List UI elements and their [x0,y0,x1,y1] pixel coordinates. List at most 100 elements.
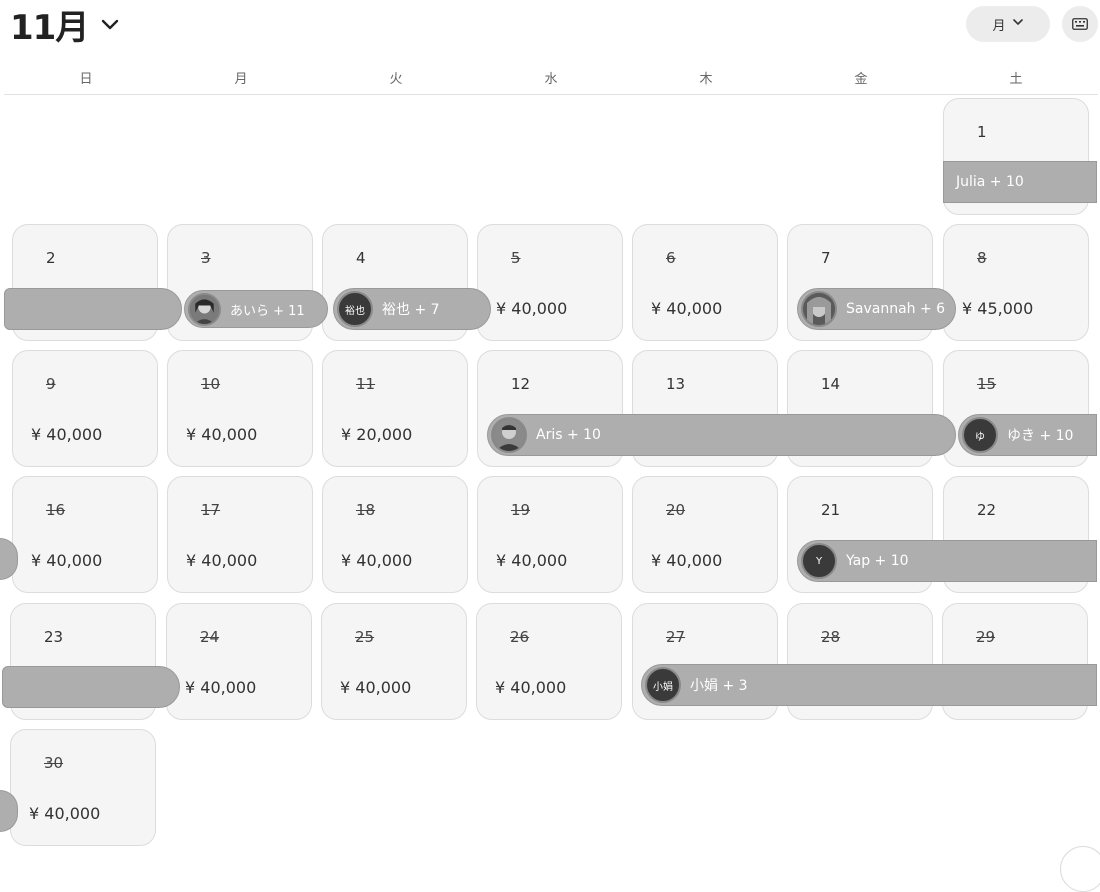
day-number: 21 [821,501,841,519]
chevron-down-icon [1012,16,1024,32]
guest-avatar [188,292,221,326]
day-cell[interactable]: 6 ¥ 40,000 [632,224,778,341]
day-price: ¥ 45,000 [962,299,1034,318]
day-cell[interactable]: 20 ¥ 40,000 [632,476,778,593]
day-cell[interactable]: 11 ¥ 20,000 [322,350,468,467]
reservation-bar[interactable]: 裕也 裕也 + 7 [333,288,491,330]
weekday-sat: 土 [1009,72,1023,87]
day-price: ¥ 20,000 [341,425,413,444]
reservation-label: Aris + 10 [536,427,601,443]
day-price: ¥ 40,000 [185,678,257,697]
day-cell[interactable]: 9 ¥ 40,000 [12,350,158,467]
day-number: 5 [511,249,521,267]
day-number: 23 [44,628,64,646]
guest-avatar [801,291,837,327]
reservation-label: Yap + 10 [846,553,909,569]
reservation-bar[interactable]: Aris + 10 [487,414,956,456]
reservation-bar[interactable]: あいら + 11 [184,290,328,328]
weekday-mon: 月 [234,72,248,87]
reservation-label: 裕也 + 7 [382,302,440,318]
day-number: 19 [511,501,531,519]
reservation-label: Julia + 10 [956,174,1024,190]
day-price: ¥ 40,000 [341,551,413,570]
day-number: 7 [821,249,831,267]
day-number: 30 [44,754,64,772]
guest-avatar: 小娟 [645,667,681,703]
reservation-bar[interactable]: Julia + 10 [943,161,1097,203]
day-number: 3 [201,249,211,267]
day-cell[interactable]: 10 ¥ 40,000 [167,350,313,467]
avatar-initials: 裕也 [345,305,365,317]
day-cell[interactable]: 19 ¥ 40,000 [477,476,623,593]
reservation-bar[interactable]: 小娟 小娟 + 3 [641,664,1097,706]
weekday-thu: 木 [699,72,713,87]
day-cell[interactable]: 5 ¥ 40,000 [477,224,623,341]
day-number: 16 [46,501,66,519]
keyboard-icon [1072,15,1088,34]
day-number: 18 [356,501,376,519]
day-number: 17 [201,501,221,519]
day-number: 28 [821,628,841,646]
day-number: 14 [821,375,841,393]
day-number: 2 [46,249,56,267]
day-cell[interactable]: 18 ¥ 40,000 [322,476,468,593]
day-number: 24 [200,628,220,646]
day-number: 29 [976,628,996,646]
reservation-label: 小娟 + 3 [690,678,748,694]
view-mode-dropdown[interactable]: 月 [966,6,1050,42]
reservation-bar[interactable] [4,288,182,330]
day-price: ¥ 40,000 [186,551,258,570]
view-mode-label: 月 [992,18,1006,34]
guest-avatar: ゆ [962,417,998,453]
day-number: 26 [510,628,530,646]
keyboard-shortcuts-button[interactable] [1062,6,1098,42]
avatar-initials: ゆ [975,431,985,443]
avatar-initials: Y [815,555,823,567]
reservation-bar[interactable]: Y Yap + 10 [797,540,1097,582]
guest-avatar: Y [801,543,837,579]
reservation-bar[interactable]: Savannah + 6 [797,288,956,330]
chevron-down-icon [100,14,120,34]
day-number: 9 [46,375,56,393]
day-cell[interactable]: 26 ¥ 40,000 [476,603,622,720]
month-title: 11月 [10,7,89,48]
day-price: ¥ 40,000 [31,551,103,570]
day-price: ¥ 40,000 [496,299,568,318]
month-selector[interactable]: 11月 [10,2,120,48]
day-number: 4 [356,249,366,267]
day-number: 13 [666,375,686,393]
weekday-wed: 水 [544,72,558,87]
header-divider [4,94,1098,95]
avatar-initials: 小娟 [653,681,673,693]
reservation-label: Savannah + 6 [846,301,946,317]
day-number: 1 [977,123,987,141]
day-number: 8 [977,249,987,267]
guest-avatar [491,417,527,453]
day-cell[interactable]: 30 ¥ 40,000 [10,729,156,846]
reservation-bar[interactable]: ゆ ゆき + 10 [958,414,1097,456]
day-cell[interactable]: 25 ¥ 40,000 [321,603,467,720]
day-number: 10 [201,375,221,393]
day-price: ¥ 40,000 [31,425,103,444]
day-number: 15 [977,375,997,393]
day-price: ¥ 40,000 [29,804,101,823]
day-number: 27 [666,628,686,646]
day-number: 12 [511,375,531,393]
day-number: 25 [355,628,375,646]
day-price: ¥ 40,000 [651,551,723,570]
reservation-label: あいら + 11 [230,303,305,319]
day-number: 22 [977,501,997,519]
day-cell[interactable]: 24 ¥ 40,000 [166,603,312,720]
day-cell[interactable]: 17 ¥ 40,000 [167,476,313,593]
day-number: 11 [356,375,376,393]
weekday-sun: 日 [79,72,93,87]
weekday-header: 日 月 火 水 木 金 土 [0,68,1100,90]
day-cell[interactable]: 8 ¥ 45,000 [943,224,1089,341]
reservation-bar[interactable] [2,666,180,708]
day-price: ¥ 40,000 [651,299,723,318]
guest-avatar: 裕也 [337,291,373,327]
weekday-fri: 金 [854,72,868,87]
weekday-tue: 火 [389,72,403,87]
day-price: ¥ 40,000 [340,678,412,697]
day-cell[interactable]: 16 ¥ 40,000 [12,476,158,593]
